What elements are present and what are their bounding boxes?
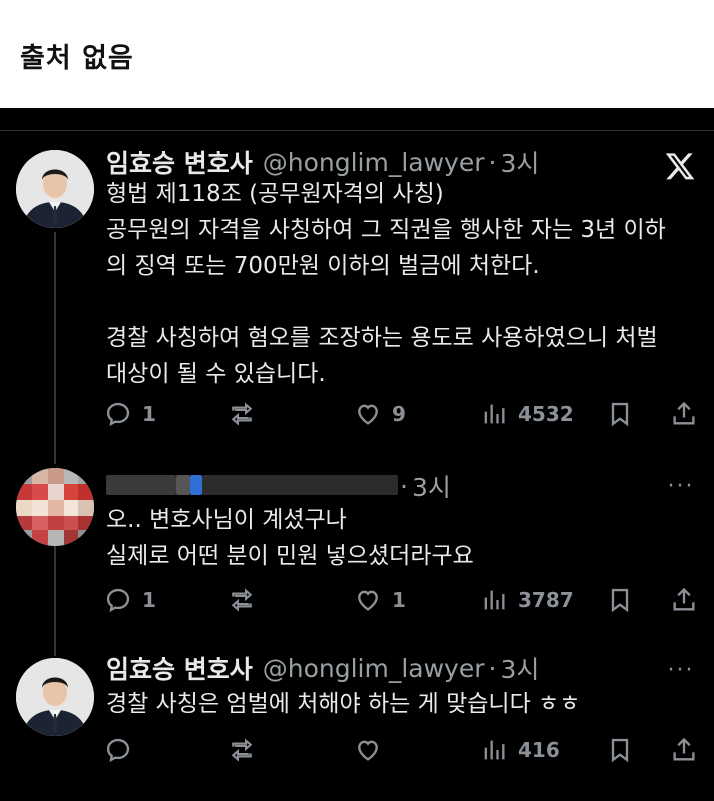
view-count: 3787 — [518, 588, 574, 612]
post-text: 경찰 사칭은 엄벌에 처해야 하는 게 맞습니다 ㅎㅎ — [106, 691, 581, 717]
repost-button[interactable] — [228, 398, 266, 430]
view-count: 4532 — [518, 402, 574, 426]
heart-icon — [358, 404, 378, 425]
share-icon — [673, 587, 695, 611]
reply-button[interactable]: 1 — [104, 398, 156, 430]
post-header: 임효승 변호사 @honglim_lawyer · 3시 — [106, 650, 539, 686]
post-header: · 3시 — [396, 468, 451, 504]
thread-line — [54, 544, 56, 656]
share-button[interactable] — [670, 734, 698, 766]
share-icon — [673, 401, 695, 425]
avatar[interactable] — [16, 658, 94, 736]
author-name[interactable]: 임효승 변호사 — [106, 144, 253, 180]
reply-icon — [106, 738, 130, 763]
reply-count: 1 — [142, 588, 156, 612]
bookmark-button[interactable] — [606, 734, 634, 766]
person-avatar-icon — [16, 658, 94, 736]
repost-icon — [231, 402, 253, 426]
repost-icon — [231, 588, 253, 612]
person-avatar-icon — [16, 150, 94, 228]
like-count: 9 — [392, 402, 406, 426]
views-button[interactable]: 4532 — [480, 398, 574, 430]
reply-count: 1 — [142, 402, 156, 426]
repost-button[interactable] — [228, 734, 266, 766]
divider — [0, 130, 714, 131]
post-actions: 416 — [104, 734, 704, 766]
views-icon — [484, 740, 505, 760]
reply-button[interactable]: 1 — [104, 584, 156, 616]
views-button[interactable]: 3787 — [480, 584, 574, 616]
page-header: 출처 없음 — [0, 0, 714, 108]
bookmark-icon — [611, 402, 629, 427]
like-button[interactable] — [354, 734, 392, 766]
bookmark-button[interactable] — [606, 584, 634, 616]
tweet-thread: 임효승 변호사 @honglim_lawyer · 3시 형법 제118조 (공… — [0, 108, 714, 801]
page-title: 출처 없음 — [20, 43, 134, 74]
post-actions: 1 1 3787 — [104, 584, 704, 616]
post-time[interactable]: 3시 — [500, 650, 539, 686]
heart-icon — [358, 590, 378, 611]
separator-dot: · — [400, 471, 408, 501]
thread-line — [54, 232, 56, 464]
share-button[interactable] — [670, 584, 698, 616]
heart-icon — [358, 740, 378, 761]
views-icon — [484, 590, 505, 610]
author-handle[interactable]: @honglim_lawyer — [263, 654, 485, 683]
like-count: 1 — [392, 588, 406, 612]
like-button[interactable]: 9 — [354, 398, 406, 430]
post-time[interactable]: 3시 — [500, 144, 539, 180]
more-options-button[interactable]: ··· — [664, 658, 698, 683]
share-icon — [673, 737, 695, 761]
author-name[interactable]: 임효승 변호사 — [106, 650, 253, 686]
share-button[interactable] — [670, 398, 698, 430]
post-text: 형법 제118조 (공무원자격의 사칭) 공무원의 자격을 사칭하여 그 직권을… — [106, 181, 666, 387]
post-text: 오.. 변호사님이 계셨구나 실제로 어떤 분이 민원 넣으셨더라구요 — [106, 507, 474, 569]
view-count: 416 — [518, 738, 560, 762]
reply-icon — [106, 402, 130, 427]
repost-icon — [231, 738, 253, 762]
more-options-button[interactable]: ··· — [664, 474, 698, 499]
avatar[interactable] — [16, 150, 94, 228]
author-handle[interactable]: @honglim_lawyer — [263, 148, 485, 177]
post-time[interactable]: 3시 — [412, 468, 451, 504]
reply-icon — [106, 588, 130, 613]
views-icon — [484, 404, 505, 424]
avatar[interactable] — [16, 468, 94, 546]
post-actions: 1 9 4532 — [104, 398, 704, 430]
separator-dot: · — [488, 653, 497, 683]
bookmark-button[interactable] — [606, 398, 634, 430]
repost-button[interactable] — [228, 584, 266, 616]
bookmark-icon — [611, 738, 629, 763]
reply-button[interactable] — [104, 734, 142, 766]
bookmark-icon — [611, 588, 629, 613]
like-button[interactable]: 1 — [354, 584, 406, 616]
author-name-redacted[interactable] — [106, 474, 398, 496]
views-button[interactable]: 416 — [480, 734, 560, 766]
separator-dot: · — [488, 147, 497, 177]
post-header: 임효승 변호사 @honglim_lawyer · 3시 — [106, 144, 539, 180]
